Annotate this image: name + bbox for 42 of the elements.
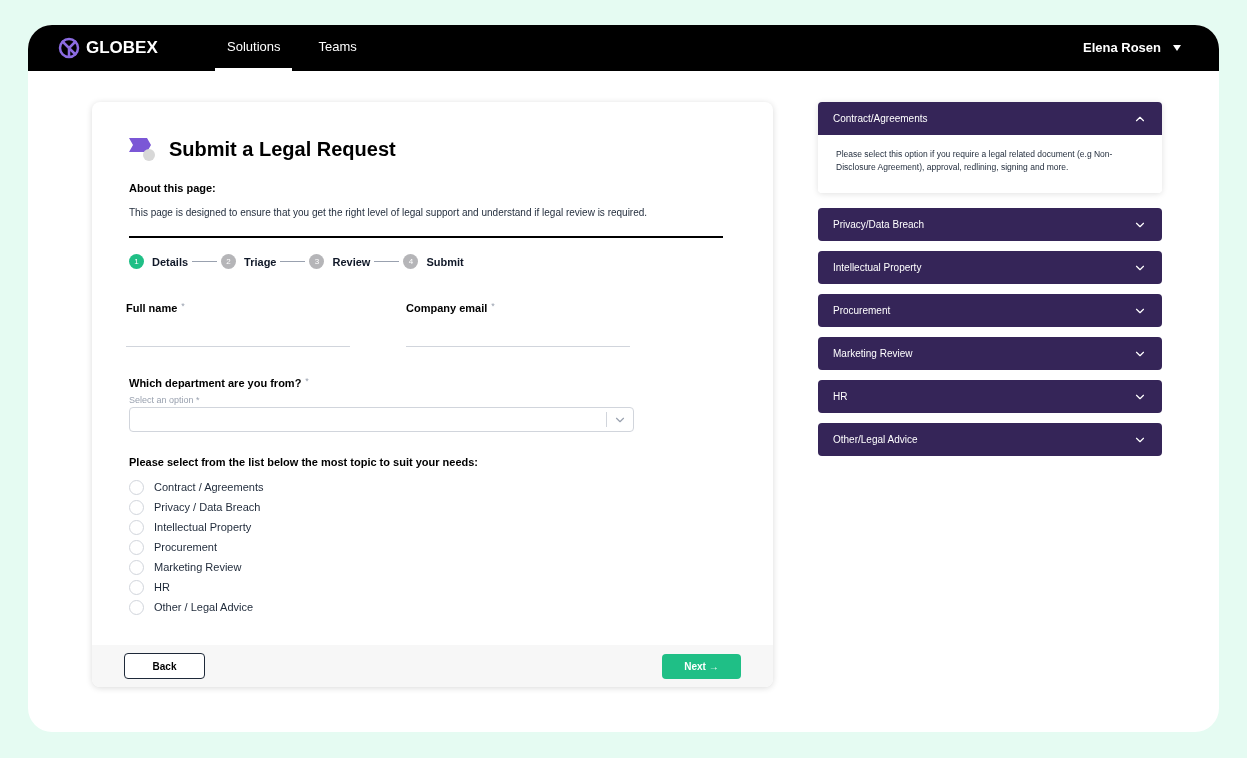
field-label: Company email	[406, 301, 488, 316]
accordion-header[interactable]: Intellectual Property	[818, 251, 1162, 284]
accordion-header[interactable]: Marketing Review	[818, 337, 1162, 370]
field-label: Full name	[126, 301, 178, 316]
about-heading: About this page:	[129, 181, 217, 196]
step-number: 1	[129, 254, 144, 270]
accordion-header[interactable]: Procurement	[818, 294, 1162, 327]
caret-icon[interactable]	[1173, 45, 1181, 51]
field-label: Which department are you from?	[129, 375, 302, 391]
accordion-header[interactable]: Other/Legal Advice	[818, 423, 1162, 456]
required-mark: *	[305, 374, 309, 388]
radio-label[interactable]: HR	[154, 579, 170, 596]
topic-question: Please select from the list below the most topic to suit your needs:	[129, 455, 480, 470]
radio-label[interactable]: Intellectual Property	[154, 519, 252, 536]
step-label: Details	[152, 254, 189, 270]
nav-tab[interactable]: Solutions	[215, 25, 293, 71]
logo-icon	[58, 37, 80, 59]
about-text: This page is designed to ensure that you get the right level of legal support and understand if legal review is required.	[129, 205, 649, 220]
step-label: Review	[332, 254, 371, 270]
accordion-header[interactable]: Privacy/Data Breach	[818, 208, 1162, 241]
radio-label[interactable]: Procurement	[154, 539, 217, 556]
accordion-header[interactable]: HR	[818, 380, 1162, 413]
user-name[interactable]: Elena Rosen	[1082, 38, 1161, 58]
back-button[interactable]: Back	[124, 653, 205, 679]
step-label: Triage	[244, 254, 277, 270]
step-number: 2	[221, 254, 237, 270]
step-label: Submit	[426, 254, 464, 270]
step-number: 3	[309, 254, 325, 270]
nav-tab[interactable]: Teams	[306, 25, 369, 71]
radio-label[interactable]: Other / Legal Advice	[154, 599, 254, 616]
required-mark: *	[491, 300, 495, 313]
accordion-header[interactable]: Contract/Agreements	[818, 102, 1162, 135]
step-number: 4	[403, 254, 419, 270]
radio-label[interactable]: Privacy / Data Breach	[154, 499, 261, 516]
accordion-body-text: Please select this option if you require a legal related document (e.g Non-Disclosure Agreement), approval, redlining, signing and more.	[836, 148, 1114, 174]
radio-label[interactable]: Marketing Review	[154, 559, 242, 576]
form-title: Submit a Legal Request	[169, 137, 396, 162]
radio-label[interactable]: Contract / Agreements	[154, 479, 264, 496]
brand-name: GLOBEX	[86, 37, 158, 60]
select-hint: Select an option *	[129, 394, 201, 406]
folder-illustration-icon	[129, 136, 157, 162]
required-mark: *	[181, 300, 185, 313]
